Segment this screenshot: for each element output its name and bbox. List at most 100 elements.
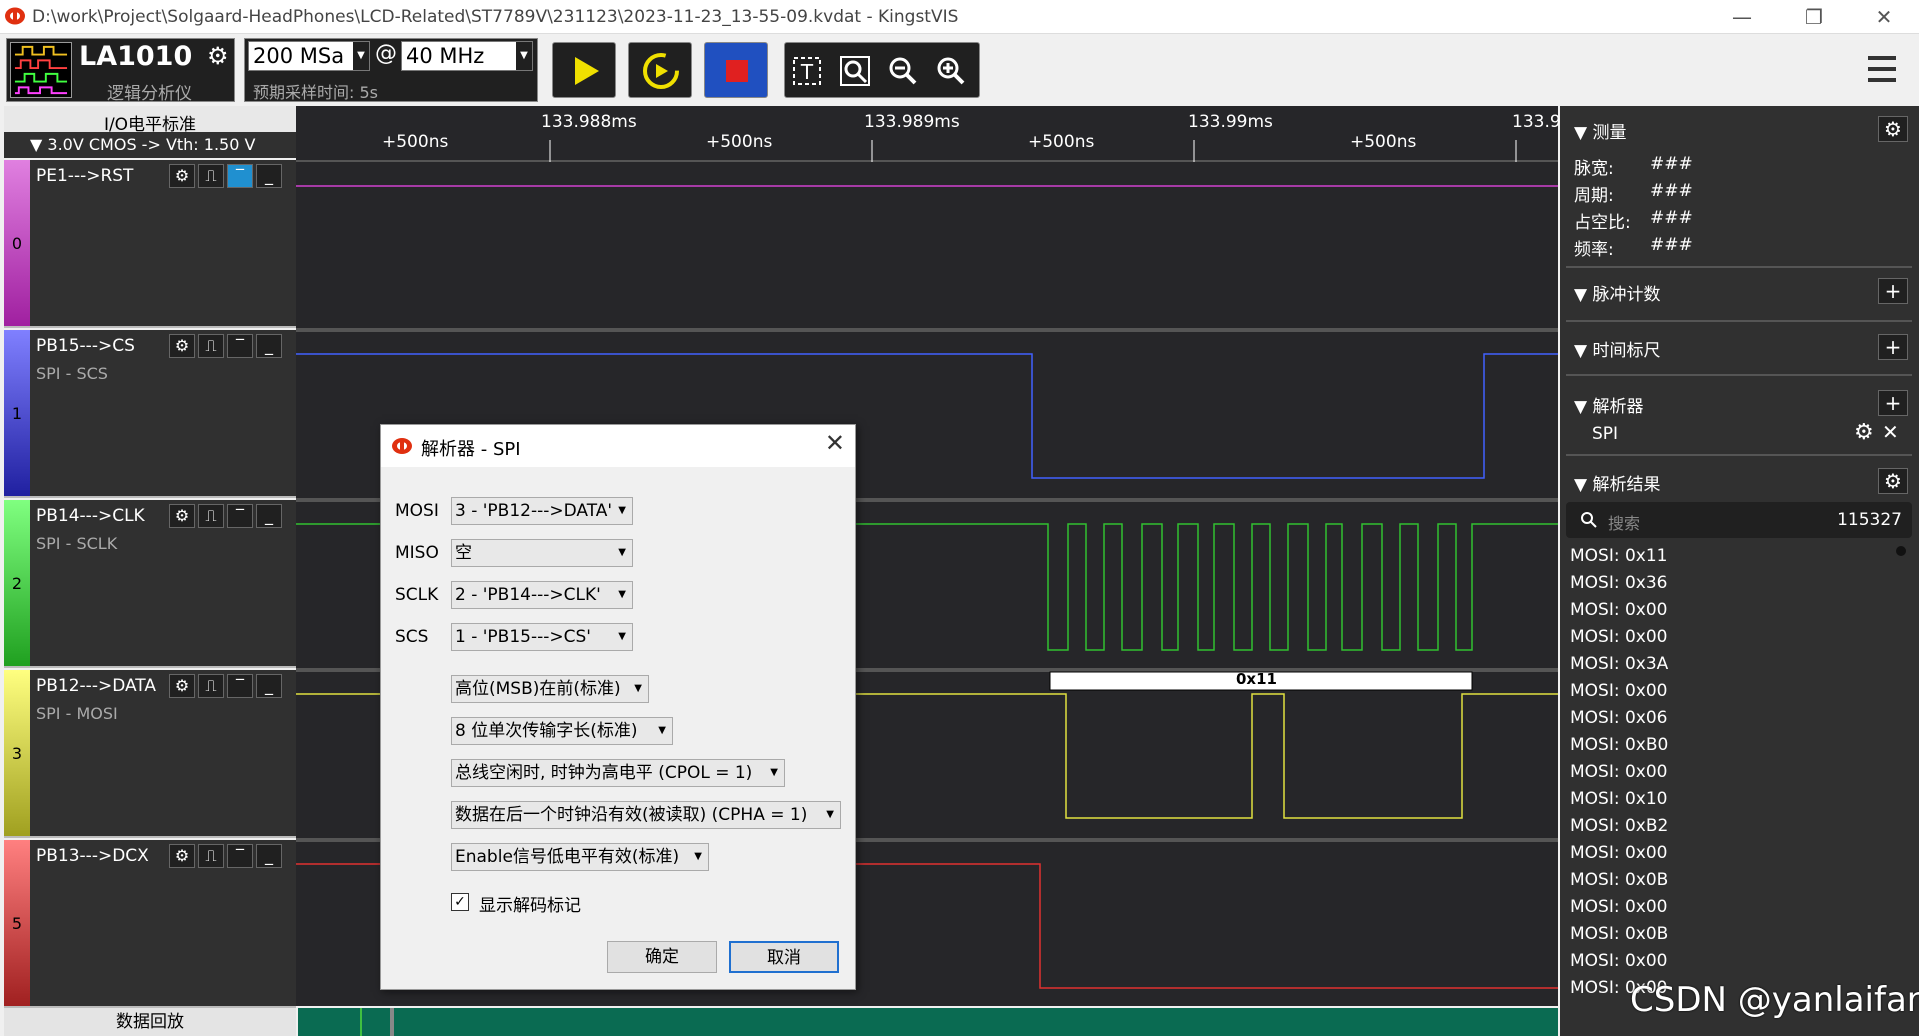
logic-analyzer-icon[interactable] (10, 42, 72, 98)
list-item[interactable]: MOSI: 0x00 (1570, 897, 1668, 917)
device-gear-icon[interactable]: ⚙ (207, 42, 235, 72)
add-pulse-count-icon[interactable]: + (1878, 278, 1908, 304)
scs-select[interactable]: 1 - 'PB15--->CS' ▼ (451, 623, 633, 651)
channel-row-0[interactable]: 0 PE1--->RST ⚙ ⎍ ‾ _ (4, 160, 296, 328)
time-ruler-section-header[interactable]: ▼ 时间标尺 + (1566, 332, 1912, 362)
cpol-select[interactable]: 总线空闲时, 时钟为高电平 (CPOL = 1) ▼ (451, 759, 785, 787)
add-analyzer-icon[interactable]: + (1878, 390, 1908, 416)
channel-gear-icon[interactable]: ⚙ (169, 504, 195, 528)
list-item[interactable]: MOSI: 0x10 (1570, 789, 1668, 809)
sample-count-select[interactable]: 200 MSa ▼ (248, 41, 370, 71)
results-list[interactable]: MOSI: 0x11 MOSI: 0x36 MOSI: 0x00 MOSI: 0… (1560, 546, 1912, 1036)
channel-row-3[interactable]: 3 PB12--->DATA SPI - MOSI ⚙ ⎍ ‾ _ (4, 670, 296, 838)
high-level-trigger-icon[interactable]: ‾ (227, 674, 253, 698)
playback-label[interactable]: 数据回放 (4, 1008, 296, 1036)
channel-row-1[interactable]: 1 PB15--->CS SPI - SCS ⚙ ⎍ ‾ _ (4, 330, 296, 498)
list-item[interactable]: MOSI: 0x0B (1570, 924, 1668, 944)
divider (1566, 374, 1912, 376)
measure-gear-icon[interactable]: ⚙ (1878, 116, 1908, 142)
list-item[interactable]: MOSI: 0x00 (1570, 627, 1668, 647)
channel-name[interactable]: PE1--->RST (36, 166, 133, 186)
high-level-trigger-icon[interactable]: ‾ (227, 844, 253, 868)
channel-name[interactable]: PB13--->DCX (36, 846, 149, 866)
edge-trigger-icon[interactable]: ⎍ (198, 844, 224, 868)
list-item[interactable]: MOSI: 0xB0 (1570, 735, 1668, 755)
low-level-trigger-icon[interactable]: _ (256, 844, 282, 868)
channel-name[interactable]: PB12--->DATA (36, 676, 156, 696)
mosi-select[interactable]: 3 - 'PB12--->DATA' ▼ (451, 497, 633, 525)
list-item[interactable]: MOSI: 0x0B (1570, 870, 1668, 890)
channel-gear-icon[interactable]: ⚙ (169, 164, 195, 188)
add-time-ruler-icon[interactable]: + (1878, 334, 1908, 360)
channel-gear-icon[interactable]: ⚙ (169, 844, 195, 868)
bit-order-select[interactable]: 高位(MSB)在前(标准) ▼ (451, 675, 649, 703)
dialog-close-icon[interactable]: ✕ (825, 429, 845, 457)
list-item[interactable]: MOSI: 0x11 (1570, 546, 1668, 566)
word-length-select[interactable]: 8 位单次传输字长(标准) ▼ (451, 717, 673, 745)
analyzer-remove-icon[interactable]: ✕ (1882, 420, 1899, 444)
text-tool-icon[interactable]: T (791, 55, 823, 87)
miso-select[interactable]: 空 ▼ (451, 539, 633, 567)
list-item[interactable]: MOSI: 0x36 (1570, 573, 1668, 593)
low-level-trigger-icon[interactable]: _ (256, 674, 282, 698)
channel-row-5[interactable]: 5 PB13--->DCX ⚙ ⎍ ‾ _ (4, 840, 296, 1008)
timeline-cursor[interactable] (390, 1008, 394, 1036)
channel-row-2[interactable]: 2 PB14--->CLK SPI - SCLK ⚙ ⎍ ‾ _ (4, 500, 296, 668)
low-level-trigger-icon[interactable]: _ (256, 334, 282, 358)
high-level-trigger-icon[interactable]: ‾ (227, 164, 253, 188)
start-button[interactable] (552, 42, 616, 98)
cpha-select[interactable]: 数据在后一个时钟沿有效(被读取) (CPHA = 1) ▼ (451, 801, 841, 829)
chevron-down-icon: ▼ (618, 589, 626, 600)
maximize-button[interactable]: ❐ (1786, 0, 1842, 34)
pulse-count-section-header[interactable]: ▼ 脉冲计数 + (1566, 276, 1912, 306)
edge-trigger-icon[interactable]: ⎍ (198, 334, 224, 358)
low-level-trigger-icon[interactable]: _ (256, 504, 282, 528)
list-item[interactable]: MOSI: 0x00 (1570, 600, 1668, 620)
list-item[interactable]: MOSI: 0x3A (1570, 654, 1668, 674)
sclk-select[interactable]: 2 - 'PB14--->CLK' ▼ (451, 581, 633, 609)
results-section-header[interactable]: ▼ 解析结果 ⚙ (1566, 466, 1912, 496)
ok-button[interactable]: 确定 (607, 941, 717, 973)
close-button[interactable]: ✕ (1856, 0, 1912, 34)
show-marks-checkbox[interactable]: ✓ (451, 893, 469, 911)
list-item[interactable]: MOSI: 0x00 (1570, 762, 1668, 782)
io-level-select[interactable]: ▼ 3.0V CMOS -> Vth: 1.50 V (4, 132, 296, 158)
list-item[interactable]: MOSI: 0xB2 (1570, 816, 1668, 836)
zoom-in-icon[interactable] (935, 55, 967, 87)
analyzer-section-header[interactable]: ▼ 解析器 + (1566, 388, 1912, 418)
hamburger-menu-icon[interactable] (1866, 52, 1898, 86)
timeline-overview[interactable] (298, 1008, 1558, 1036)
list-item[interactable]: MOSI: 0x00 (1570, 951, 1668, 971)
cancel-button[interactable]: 取消 (729, 941, 839, 973)
sample-rate-select[interactable]: 40 MHz ▼ (401, 41, 533, 71)
zoom-out-icon[interactable] (887, 55, 919, 87)
results-gear-icon[interactable]: ⚙ (1878, 468, 1908, 494)
enable-select[interactable]: Enable信号低电平有效(标准) ▼ (451, 843, 709, 871)
channel-name[interactable]: PB14--->CLK (36, 506, 145, 526)
channel-index: 5 (11, 914, 23, 933)
low-level-trigger-icon[interactable]: _ (256, 164, 282, 188)
edge-trigger-icon[interactable]: ⎍ (198, 674, 224, 698)
loop-button[interactable] (628, 42, 692, 98)
list-item[interactable]: MOSI: 0x06 (1570, 708, 1668, 728)
list-item[interactable]: MOSI: 0x00 (1570, 681, 1668, 701)
high-level-trigger-icon[interactable]: ‾ (227, 334, 253, 358)
results-search-box[interactable]: 搜索 115327 (1566, 502, 1912, 538)
stop-button[interactable] (704, 42, 768, 98)
high-level-trigger-icon[interactable]: ‾ (227, 504, 253, 528)
miso-label: MISO (395, 543, 439, 563)
measure-section-header[interactable]: ▼ 测量 ⚙ (1566, 114, 1912, 144)
search-input[interactable]: 搜索 (1608, 510, 1640, 534)
analyzer-gear-icon[interactable]: ⚙ (1854, 420, 1874, 445)
channel-name[interactable]: PB15--->CS (36, 336, 135, 356)
list-item[interactable]: MOSI: 0x00 (1570, 843, 1668, 863)
minimize-button[interactable]: — (1714, 0, 1770, 34)
edge-trigger-icon[interactable]: ⎍ (198, 504, 224, 528)
channel-gear-icon[interactable]: ⚙ (169, 334, 195, 358)
zoom-fit-icon[interactable] (839, 55, 871, 87)
edge-trigger-icon[interactable]: ⎍ (198, 164, 224, 188)
scrollbar-thumb[interactable] (1896, 546, 1906, 556)
sample-rate-value: 40 MHz (406, 44, 485, 68)
analyzer-item-spi[interactable]: SPI (1592, 424, 1618, 444)
channel-gear-icon[interactable]: ⚙ (169, 674, 195, 698)
